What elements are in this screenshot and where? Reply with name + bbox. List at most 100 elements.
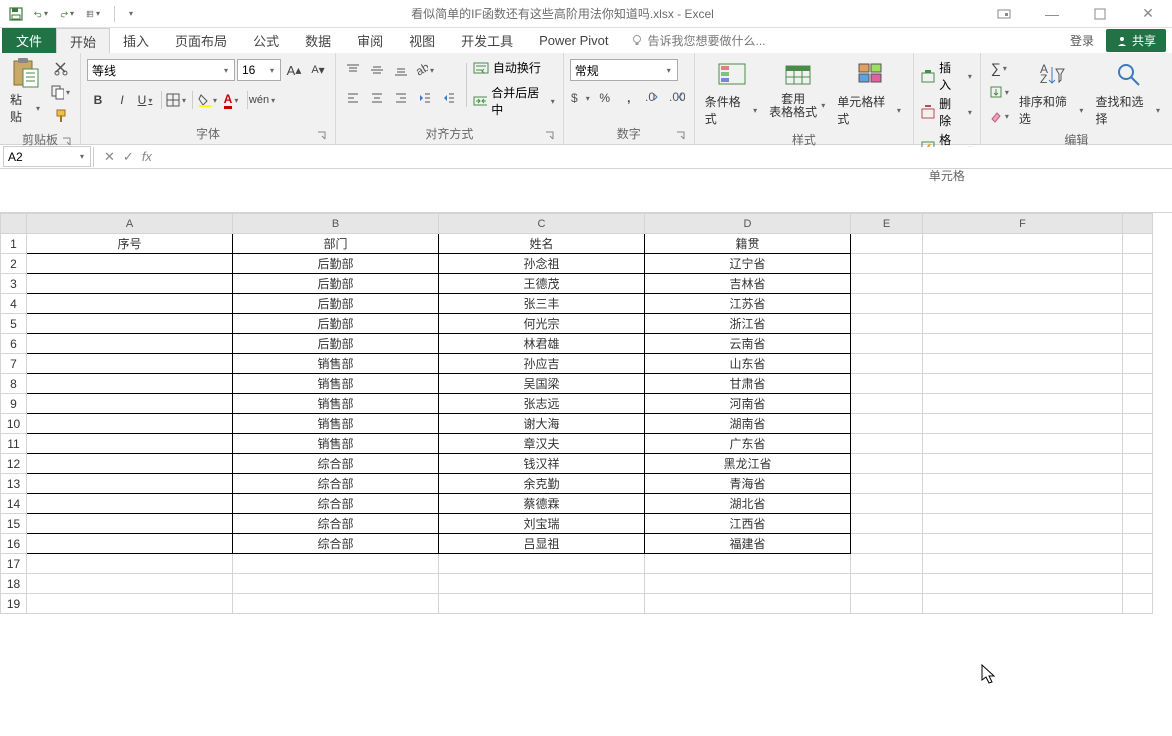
close-icon[interactable]: ✕	[1134, 4, 1162, 24]
col-header-E[interactable]: E	[851, 214, 923, 234]
cell[interactable]	[27, 574, 233, 594]
cell[interactable]	[439, 554, 645, 574]
decrease-indent-icon[interactable]	[414, 87, 436, 109]
cell[interactable]	[923, 394, 1123, 414]
cell[interactable]: 江西省	[645, 514, 851, 534]
cell[interactable]	[27, 494, 233, 514]
font-color-icon[interactable]: A▾	[221, 89, 243, 111]
worksheet-grid[interactable]: ABCDEF1序号部门姓名籍贯2后勤部孙念祖辽宁省3后勤部王德茂吉林省4后勤部张…	[0, 213, 1172, 614]
wrap-text-button[interactable]: 自动换行	[473, 59, 557, 76]
cell[interactable]	[923, 574, 1123, 594]
cell[interactable]	[1123, 234, 1153, 254]
cell[interactable]: 云南省	[645, 334, 851, 354]
cell[interactable]: 序号	[27, 234, 233, 254]
tab-data[interactable]: 数据	[292, 28, 344, 53]
cell[interactable]	[233, 574, 439, 594]
cell[interactable]: 蔡德霖	[439, 494, 645, 514]
row-header-7[interactable]: 7	[1, 354, 27, 374]
cell[interactable]: 孙念祖	[439, 254, 645, 274]
cell[interactable]	[923, 354, 1123, 374]
cell[interactable]: 吉林省	[645, 274, 851, 294]
row-header-2[interactable]: 2	[1, 254, 27, 274]
ribbon-options-icon[interactable]	[990, 4, 1018, 24]
row-header-15[interactable]: 15	[1, 514, 27, 534]
cell[interactable]	[851, 274, 923, 294]
cell[interactable]: 吴国梁	[439, 374, 645, 394]
dialog-launcher-icon[interactable]	[545, 131, 555, 141]
cell[interactable]: 河南省	[645, 394, 851, 414]
cell[interactable]: 综合部	[233, 474, 439, 494]
cell[interactable]	[27, 434, 233, 454]
cell[interactable]	[1123, 394, 1153, 414]
row-header-12[interactable]: 12	[1, 454, 27, 474]
col-header-D[interactable]: D	[645, 214, 851, 234]
tab-pivot[interactable]: Power Pivot	[526, 28, 621, 53]
align-center-icon[interactable]	[366, 87, 388, 109]
cell[interactable]: 湖南省	[645, 414, 851, 434]
cell[interactable]	[851, 354, 923, 374]
cell[interactable]	[851, 494, 923, 514]
cell[interactable]: 籍贯	[645, 234, 851, 254]
cell[interactable]: 林君雄	[439, 334, 645, 354]
cell[interactable]	[27, 554, 233, 574]
cell[interactable]	[1123, 454, 1153, 474]
fill-color-icon[interactable]: ▾	[197, 89, 219, 111]
align-right-icon[interactable]	[390, 87, 412, 109]
clear-icon[interactable]: ▾	[987, 105, 1013, 127]
cell[interactable]	[923, 514, 1123, 534]
autosum-icon[interactable]: ∑▾	[987, 57, 1013, 79]
cell[interactable]	[923, 554, 1123, 574]
cell[interactable]	[27, 334, 233, 354]
cell[interactable]	[1123, 434, 1153, 454]
cell[interactable]: 谢大海	[439, 414, 645, 434]
row-header-6[interactable]: 6	[1, 334, 27, 354]
cell[interactable]	[851, 514, 923, 534]
minimize-icon[interactable]: —	[1038, 4, 1066, 24]
cancel-formula-icon[interactable]: ✕	[104, 149, 115, 165]
tab-review[interactable]: 审阅	[344, 28, 396, 53]
cell[interactable]	[1123, 254, 1153, 274]
cut-icon[interactable]	[50, 57, 72, 79]
cell[interactable]	[27, 454, 233, 474]
cell[interactable]: 部门	[233, 234, 439, 254]
tab-dev[interactable]: 开发工具	[448, 28, 526, 53]
row-header-11[interactable]: 11	[1, 434, 27, 454]
cell[interactable]	[27, 394, 233, 414]
maximize-icon[interactable]	[1086, 4, 1114, 24]
col-header-B[interactable]: B	[233, 214, 439, 234]
tab-layout[interactable]: 页面布局	[162, 28, 240, 53]
row-header-16[interactable]: 16	[1, 534, 27, 554]
row-header-18[interactable]: 18	[1, 574, 27, 594]
row-header-3[interactable]: 3	[1, 274, 27, 294]
cell[interactable]	[851, 594, 923, 614]
cell[interactable]	[851, 254, 923, 274]
share-button[interactable]: 共享	[1106, 29, 1166, 52]
qat-customize-icon[interactable]: ▾	[127, 9, 135, 18]
cell[interactable]	[851, 534, 923, 554]
row-header-4[interactable]: 4	[1, 294, 27, 314]
redo-icon[interactable]: ▾	[60, 6, 76, 22]
cell[interactable]: 湖北省	[645, 494, 851, 514]
cell[interactable]	[851, 234, 923, 254]
cell[interactable]: 张三丰	[439, 294, 645, 314]
align-top-icon[interactable]	[342, 59, 364, 81]
cell[interactable]: 何光宗	[439, 314, 645, 334]
conditional-format-button[interactable]: 条件格式▾	[701, 57, 763, 129]
cell[interactable]	[851, 314, 923, 334]
cell[interactable]	[1123, 514, 1153, 534]
cell[interactable]	[1123, 534, 1153, 554]
new-sheet-icon[interactable]: ▾	[86, 6, 102, 22]
cell[interactable]	[27, 314, 233, 334]
cell[interactable]	[27, 254, 233, 274]
cell[interactable]: 福建省	[645, 534, 851, 554]
cell[interactable]: 销售部	[233, 394, 439, 414]
row-header-19[interactable]: 19	[1, 594, 27, 614]
cell[interactable]: 销售部	[233, 414, 439, 434]
cell[interactable]	[923, 534, 1123, 554]
cell[interactable]	[923, 414, 1123, 434]
cell[interactable]	[851, 574, 923, 594]
find-select-button[interactable]: 查找和选择▾	[1091, 57, 1166, 129]
enter-formula-icon[interactable]: ✓	[123, 149, 134, 165]
cell[interactable]	[851, 474, 923, 494]
bold-icon[interactable]: B	[87, 89, 109, 111]
